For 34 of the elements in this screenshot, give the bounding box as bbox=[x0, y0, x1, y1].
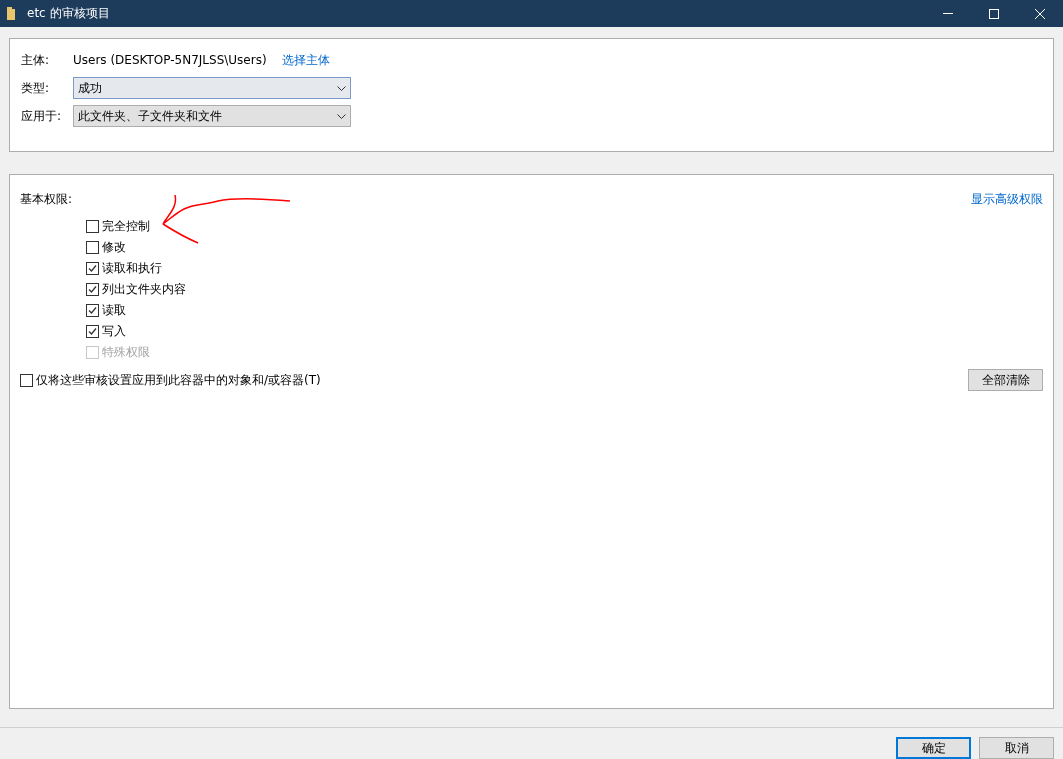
window-title: etc 的审核项目 bbox=[27, 5, 111, 22]
field-label: 类型: bbox=[21, 79, 51, 97]
folder-icon bbox=[7, 7, 15, 20]
select-principal-link[interactable]: 选择主体 bbox=[281, 51, 330, 69]
checkbox-label: 特殊权限 bbox=[102, 344, 150, 361]
field-label: 应用于: bbox=[21, 107, 63, 125]
chevron-down-icon bbox=[337, 85, 346, 91]
checkbox[interactable] bbox=[86, 283, 99, 296]
field-label: 主体: bbox=[21, 51, 51, 69]
checkbox[interactable] bbox=[86, 241, 99, 254]
minimize-icon bbox=[943, 13, 953, 14]
checkbox[interactable] bbox=[86, 220, 99, 233]
show-advanced-link[interactable]: 显示高级权限 bbox=[971, 191, 1043, 208]
dropdown[interactable]: 此文件夹、子文件夹和文件 bbox=[73, 105, 351, 127]
checkbox-label: 读取 bbox=[102, 302, 126, 319]
checkbox-label: 仅将这些审核设置应用到此容器中的对象和/或容器(T) bbox=[36, 371, 321, 389]
checkbox-label: 完全控制 bbox=[102, 218, 150, 235]
section-label: 基本权限: bbox=[20, 191, 73, 208]
cancel-button[interactable]: 取消 bbox=[979, 737, 1054, 759]
clear-all-button[interactable]: 全部清除 bbox=[968, 369, 1043, 391]
checkbox-label: 读取和执行 bbox=[102, 260, 162, 277]
principal-value: Users (DESKTOP-5N7JLSS\Users) bbox=[73, 53, 267, 67]
checkbox-label: 修改 bbox=[102, 239, 126, 256]
maximize-icon bbox=[989, 8, 999, 19]
dropdown[interactable]: 成功 bbox=[73, 77, 351, 99]
close-icon bbox=[1035, 8, 1045, 19]
checkbox[interactable] bbox=[86, 304, 99, 317]
chevron-down-icon bbox=[337, 113, 346, 119]
ok-button[interactable]: 确定 bbox=[896, 737, 971, 759]
checkbox[interactable] bbox=[86, 325, 99, 338]
checkbox-label: 列出文件夹内容 bbox=[102, 281, 186, 298]
checkbox[interactable] bbox=[20, 373, 33, 387]
checkbox-label: 写入 bbox=[102, 323, 126, 340]
checkbox[interactable] bbox=[86, 262, 99, 275]
